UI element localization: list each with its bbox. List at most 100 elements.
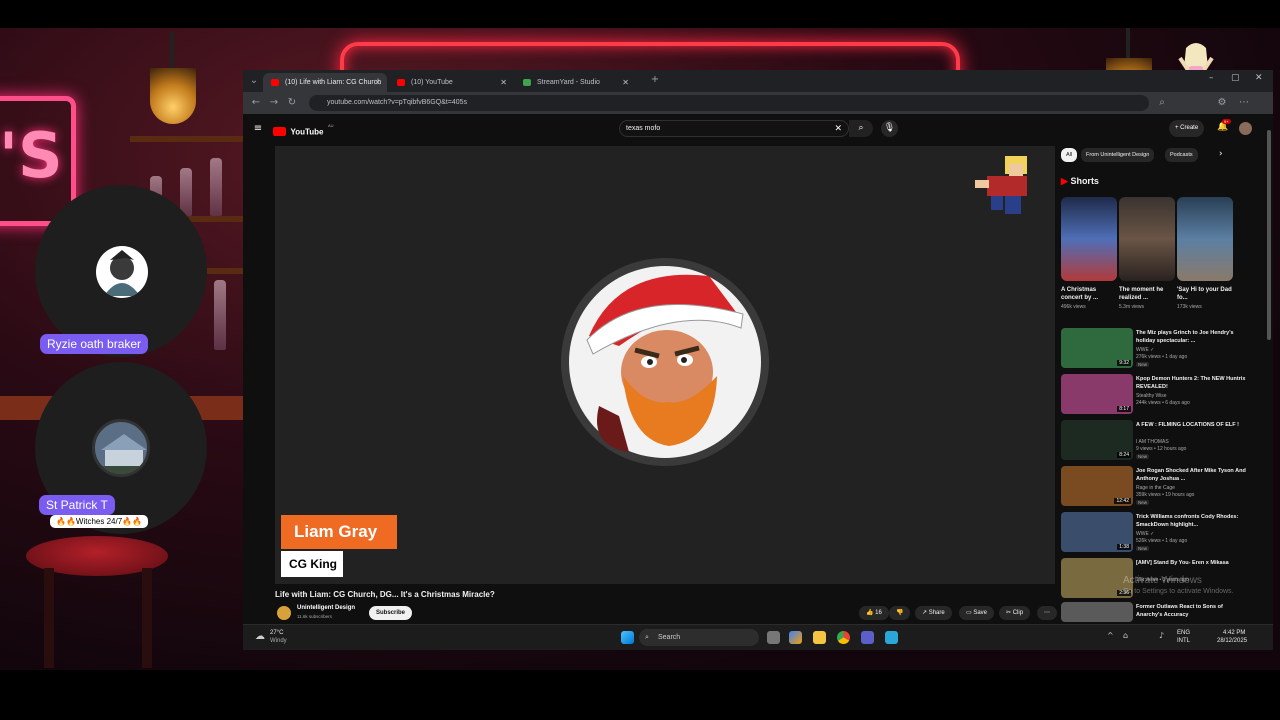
notifications-bell-icon[interactable]: 🔔 9+: [1217, 119, 1231, 132]
recommended-video[interactable]: 8:17 Kpop Demon Hunters 2: The NEW Huntr…: [1061, 374, 1261, 418]
short-views: 173k views: [1177, 304, 1202, 310]
tab-search-button[interactable]: ⌄: [247, 74, 261, 88]
network-icon[interactable]: ⌂: [1123, 631, 1128, 640]
create-button[interactable]: + Create: [1169, 120, 1205, 137]
close-tab-icon[interactable]: ✕: [622, 73, 629, 92]
file-explorer-icon[interactable]: [813, 631, 826, 644]
chip-podcasts[interactable]: Podcasts: [1165, 148, 1198, 162]
clock-time[interactable]: 4:42 PM: [1223, 630, 1245, 637]
close-tab-icon[interactable]: ✕: [500, 73, 507, 92]
video-player[interactable]: Liam Gray CG King: [275, 146, 1055, 584]
short-title: A Christmas concert by ...: [1061, 287, 1099, 301]
menu-icon[interactable]: ≡: [251, 122, 265, 136]
video-thumbnail: [1061, 602, 1133, 622]
volume-icon[interactable]: ♪: [1159, 631, 1164, 640]
extensions-icon[interactable]: ⚙: [1215, 96, 1229, 110]
share-button[interactable]: ↗ Share: [915, 606, 952, 620]
save-label: Save: [973, 610, 988, 616]
hanging-lamp-left: [150, 32, 196, 124]
video-title: Former Outlaws React to Sons of Anarchy'…: [1136, 604, 1223, 618]
taskbar-search[interactable]: ⌕ Search: [639, 629, 759, 646]
app-icon[interactable]: [885, 631, 898, 644]
reload-icon[interactable]: ↻: [285, 96, 299, 110]
minimize-button[interactable]: –: [1209, 73, 1214, 83]
voice-search-button[interactable]: 🎙: [881, 120, 898, 137]
tab-streamyard[interactable]: StreamYard - Studio ✕: [515, 73, 635, 92]
channel-name[interactable]: Unintelligent Design: [297, 605, 355, 611]
short-item[interactable]: 'Say Hi to your Dad fo... 173k views: [1177, 197, 1233, 310]
teams-icon[interactable]: [861, 631, 874, 644]
recommended-video[interactable]: 8:24 A FEW : FILMING LOCATIONS OF ELF ! …: [1061, 420, 1261, 464]
search-input[interactable]: texas mofo ✕: [619, 120, 849, 137]
shorts-title-text: Shorts: [1070, 176, 1099, 186]
browser-window: ⌄ (10) Life with Liam: CG Church ✕ (10) …: [243, 70, 1273, 650]
recommended-video[interactable]: 1:38 Trick Williams confronts Cody Rhode…: [1061, 512, 1261, 556]
video-title: Life with Liam: CG Church, DG... It's a …: [275, 590, 495, 599]
clip-button[interactable]: ✂ Clip: [999, 606, 1031, 620]
video-meta: 526k views • 1 day ago: [1136, 538, 1188, 544]
short-item[interactable]: A Christmas concert by ... 496k views: [1061, 197, 1117, 310]
clear-search-icon[interactable]: ✕: [834, 121, 842, 136]
profile-icon[interactable]: ⋯: [1237, 96, 1251, 110]
start-icon[interactable]: [621, 631, 634, 644]
bottle: [180, 168, 192, 216]
video-thumbnail: 9:32: [1061, 328, 1133, 368]
subscribe-button[interactable]: Subscribe: [369, 606, 413, 620]
video-meta: 244k views • 6 days ago: [1136, 400, 1190, 406]
bar-stool-leg: [142, 568, 152, 668]
recommended-video[interactable]: 12:42 Joe Rogan Shocked After Mike Tyson…: [1061, 466, 1261, 510]
short-item[interactable]: The moment he realized ... 5.3m views: [1119, 197, 1175, 310]
video-thumbnail: 8:24: [1061, 420, 1133, 460]
guest-avatar-1: [96, 246, 148, 298]
account-avatar[interactable]: [1239, 122, 1252, 135]
shorts-icon: ▶: [1061, 176, 1068, 186]
zoom-icon[interactable]: ⌕: [1155, 96, 1169, 110]
task-view-icon[interactable]: [767, 631, 780, 644]
clip-label: Clip: [1012, 610, 1024, 616]
youtube-icon: [271, 79, 279, 86]
video-channel: WWE ✓: [1136, 531, 1155, 537]
tab-youtube-video[interactable]: (10) Life with Liam: CG Church ✕: [263, 73, 387, 92]
tray-chevron-icon[interactable]: ^: [1107, 631, 1114, 640]
back-icon[interactable]: ←: [249, 96, 263, 110]
search-button[interactable]: ⌕: [849, 120, 873, 137]
weather-desc: Windy: [270, 638, 287, 644]
chip-all[interactable]: All: [1061, 148, 1078, 162]
copilot-icon[interactable]: [789, 631, 802, 644]
lower-third-name: Liam Gray: [281, 515, 397, 549]
weather-icon: ☁: [255, 631, 265, 642]
new-badge: New: [1136, 546, 1150, 551]
close-tab-icon[interactable]: ✕: [374, 73, 381, 92]
recommended-video[interactable]: 9:32 The Miz plays Grinch to Joe Hendry'…: [1061, 328, 1261, 372]
bottle: [210, 158, 222, 216]
channel-avatar[interactable]: [277, 606, 291, 620]
video-meta: 359k views • 19 hours ago: [1136, 492, 1195, 498]
short-title: 'Say Hi to your Dad fo...: [1177, 287, 1232, 301]
url-text: youtube.com/watch?v=pTqibfvB6GQ&t=405s: [327, 99, 468, 106]
more-actions-button[interactable]: ⋯: [1037, 606, 1057, 620]
like-button[interactable]: 👍 16: [859, 606, 889, 620]
maximize-button[interactable]: ▢: [1231, 73, 1240, 83]
new-badge: New: [1136, 362, 1150, 367]
activate-windows-title: Activate Windows: [1123, 575, 1202, 586]
bar-stool-leg: [44, 568, 54, 668]
page-scrollbar[interactable]: [1267, 130, 1271, 340]
video-title: A FEW : FILMING LOCATIONS OF ELF !: [1136, 422, 1239, 428]
close-window-button[interactable]: ✕: [1255, 73, 1263, 83]
video-thumbnail: 12:42: [1061, 466, 1133, 506]
dislike-button[interactable]: 👎: [889, 606, 911, 620]
youtube-logo[interactable]: YouTube AU: [273, 123, 334, 137]
new-badge: New: [1136, 500, 1150, 505]
forward-icon[interactable]: →: [267, 96, 281, 110]
chip-from-channel[interactable]: From Unintelligent Design: [1081, 148, 1155, 162]
weather-temp[interactable]: 27°C: [270, 630, 283, 637]
short-views: 496k views: [1061, 304, 1086, 310]
new-tab-button[interactable]: +: [648, 73, 662, 87]
tab-youtube-home[interactable]: (10) YouTube ✕: [389, 73, 513, 92]
language-top[interactable]: ENG: [1177, 630, 1190, 637]
chrome-icon[interactable]: [837, 631, 850, 644]
chips-next-icon[interactable]: ›: [1219, 149, 1223, 159]
save-button[interactable]: ▭ Save: [959, 606, 995, 620]
streamyard-icon: [523, 79, 531, 86]
address-bar[interactable]: youtube.com/watch?v=pTqibfvB6GQ&t=405s: [309, 95, 1149, 111]
